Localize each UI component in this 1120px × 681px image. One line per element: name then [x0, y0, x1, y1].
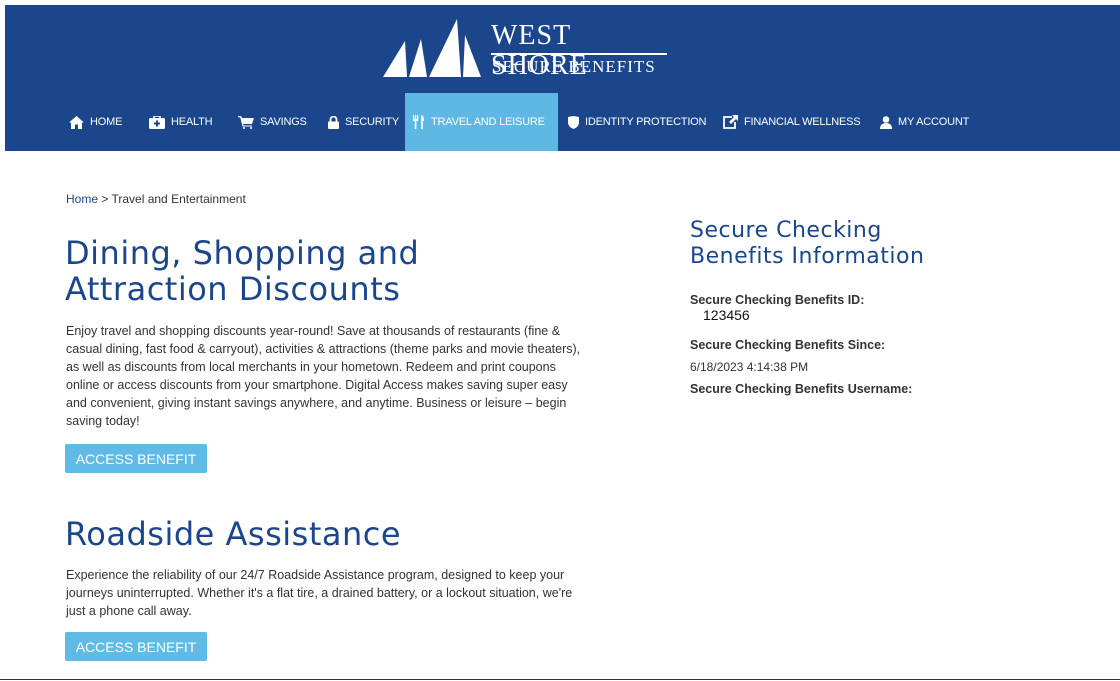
- breadcrumb-home-link[interactable]: Home: [66, 192, 98, 206]
- access-benefit-button-dining[interactable]: ACCESS BENEFIT: [65, 444, 207, 473]
- nav-item-travel-and-leisure[interactable]: TRAVEL AND LEISURE: [405, 93, 558, 151]
- benefits-since-label: Secure Checking Benefits Since:: [690, 338, 886, 352]
- section-title-roadside: Roadside Assistance: [65, 515, 402, 553]
- benefits-id-value: 123456: [703, 307, 750, 323]
- nav-label: MY ACCOUNT: [898, 116, 970, 128]
- nav-item-my-account[interactable]: MY ACCOUNT: [880, 93, 969, 151]
- benefits-username-label: Secure Checking Benefits Username:: [690, 382, 913, 396]
- cutlery-icon: [413, 115, 425, 129]
- logo-subtitle: SECURE BENEFITS: [492, 57, 656, 76]
- benefits-since-value: 6/18/2023 4:14:38 PM: [690, 360, 809, 374]
- breadcrumb: Home > Travel and Entertainment: [66, 191, 246, 207]
- site-header: WEST SHORE SECURE BENEFITS HOME HEALTH S…: [5, 5, 1120, 151]
- user-icon: [880, 115, 892, 129]
- nav-label: FINANCIAL WELLNESS: [744, 116, 861, 128]
- sidebar-title-line: Benefits Information: [690, 244, 925, 269]
- shield-icon: [568, 115, 579, 129]
- nav-label: TRAVEL AND LEISURE: [431, 116, 545, 128]
- section-body-dining: Enjoy travel and shopping discounts year…: [66, 324, 581, 428]
- nav-item-home[interactable]: HOME: [69, 93, 122, 151]
- nav-label: IDENTITY PROTECTION: [585, 116, 707, 128]
- breadcrumb-current: Travel and Entertainment: [111, 192, 246, 206]
- sailboat-logo-icon: [383, 19, 481, 77]
- logo[interactable]: WEST SHORE SECURE BENEFITS: [381, 17, 671, 83]
- nav-label: HEALTH: [171, 116, 213, 128]
- nav-label: SAVINGS: [260, 116, 307, 128]
- access-benefit-button-roadside[interactable]: ACCESS BENEFIT: [65, 632, 207, 661]
- nav-label: HOME: [90, 116, 123, 128]
- cart-icon: [238, 115, 254, 129]
- logo-divider: [491, 53, 667, 55]
- sidebar-title: Secure Checking Benefits Information: [690, 218, 924, 270]
- sidebar-title-line: Secure Checking: [690, 218, 882, 243]
- nav-item-security[interactable]: SECURITY: [328, 93, 399, 151]
- nav-label: SECURITY: [345, 116, 400, 128]
- section-body-roadside: Experience the reliability of our 24/7 R…: [66, 568, 573, 618]
- nav-item-financial-wellness[interactable]: FINANCIAL WELLNESS: [723, 93, 861, 151]
- section-title-line: Dining, Shopping and: [65, 234, 420, 272]
- medical-kit-icon: [149, 115, 165, 129]
- section-title-dining: Dining, Shopping and Attraction Discount…: [65, 235, 419, 307]
- bottom-divider: [0, 679, 1120, 680]
- benefits-id-label: Secure Checking Benefits ID:: [690, 293, 865, 307]
- nav-item-savings[interactable]: SAVINGS: [238, 93, 307, 151]
- nav-item-identity-protection[interactable]: IDENTITY PROTECTION: [568, 93, 706, 151]
- section-title-line: Attraction Discounts: [65, 270, 401, 308]
- external-link-icon: [723, 115, 738, 129]
- nav-item-health[interactable]: HEALTH: [149, 93, 213, 151]
- lock-icon: [328, 115, 339, 129]
- breadcrumb-separator: >: [98, 192, 112, 206]
- main-nav: HOME HEALTH SAVINGS SECURITY TRAVEL AND …: [5, 93, 1120, 151]
- home-icon: [69, 115, 84, 129]
